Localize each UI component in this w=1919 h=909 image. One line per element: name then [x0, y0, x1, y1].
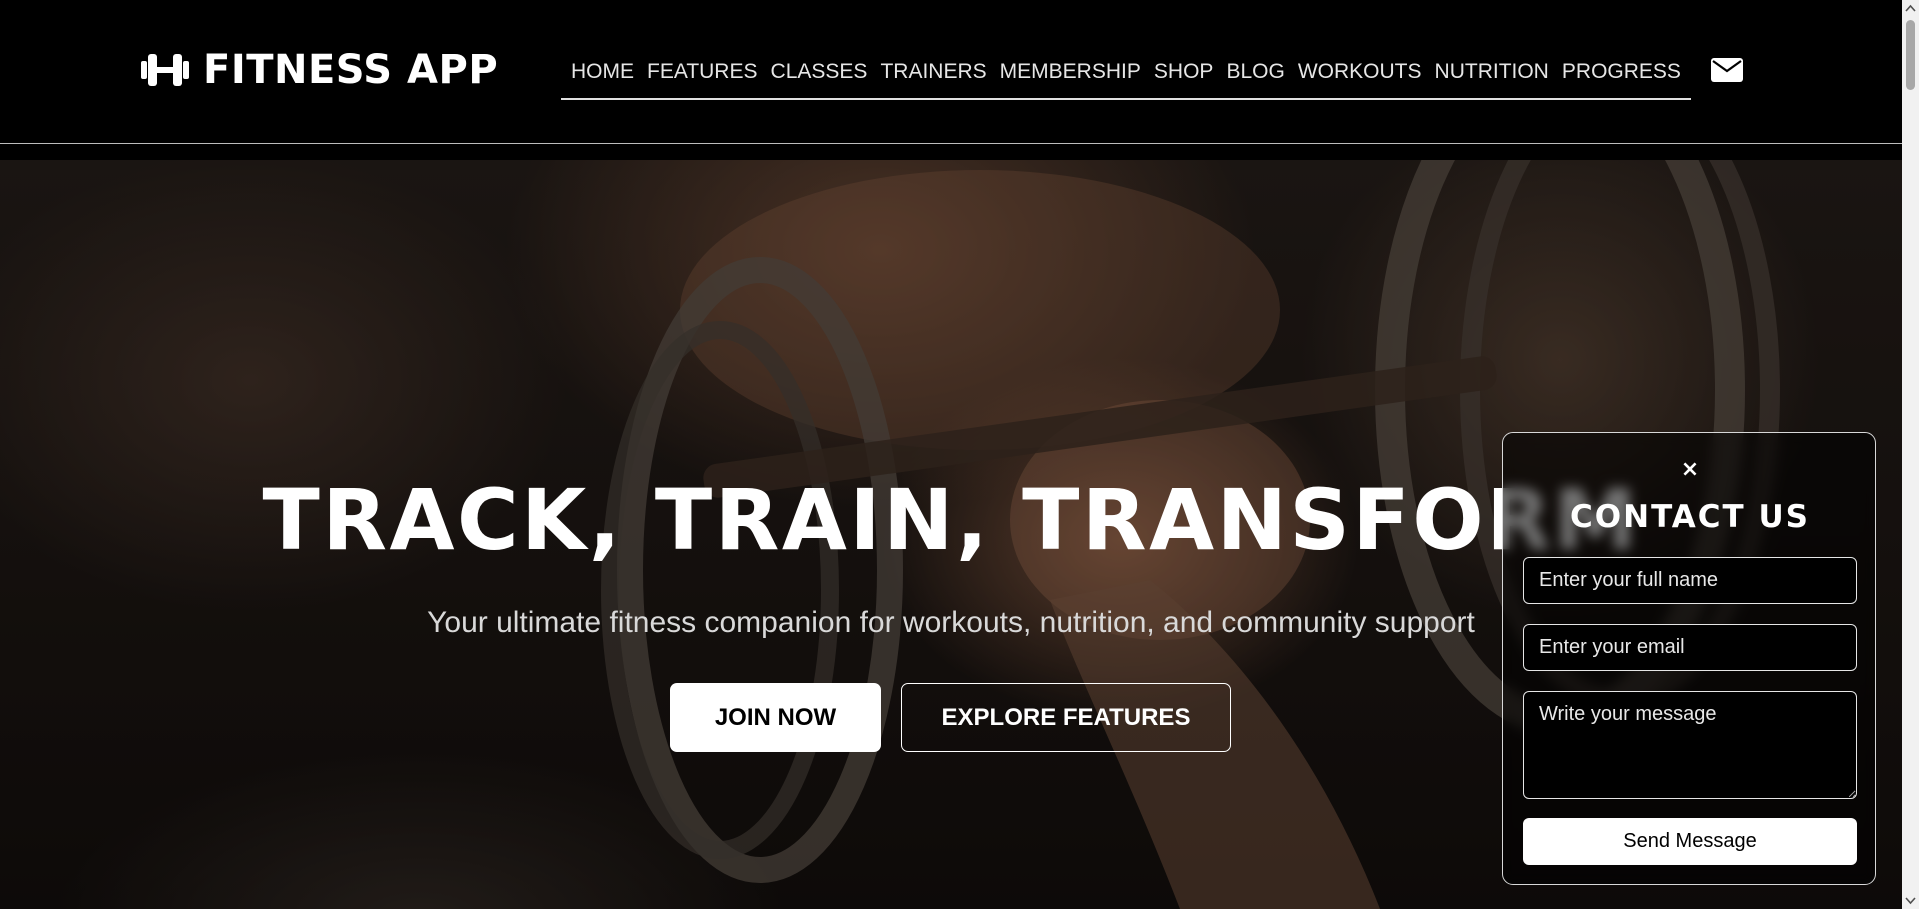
- message-textarea[interactable]: [1523, 691, 1857, 799]
- nav-item-classes[interactable]: CLASSES: [771, 60, 868, 88]
- scrollbar-thumb[interactable]: [1906, 20, 1915, 90]
- envelope-icon[interactable]: [1711, 58, 1743, 82]
- scroll-up-arrow-icon[interactable]: [1902, 0, 1919, 17]
- nav-item-home[interactable]: HOME: [571, 60, 634, 88]
- contact-title: CONTACT US: [1570, 499, 1810, 535]
- send-message-button[interactable]: Send Message: [1523, 818, 1857, 865]
- main-nav: HOME FEATURES CLASSES TRAINERS MEMBERSHI…: [561, 50, 1691, 100]
- join-now-button[interactable]: JOIN NOW: [670, 683, 881, 752]
- full-name-input[interactable]: [1523, 557, 1857, 604]
- nav-item-trainers[interactable]: TRAINERS: [880, 60, 986, 88]
- page-scrollbar[interactable]: [1902, 0, 1919, 909]
- brand-name: FITNESS APP: [203, 47, 499, 93]
- nav-item-nutrition[interactable]: NUTRITION: [1435, 60, 1549, 88]
- scroll-down-arrow-icon[interactable]: [1902, 892, 1919, 909]
- contact-panel: × CONTACT US Send Message: [1502, 432, 1876, 885]
- nav-item-membership[interactable]: MEMBERSHIP: [1000, 60, 1141, 88]
- dumbbell-icon: [141, 54, 189, 86]
- nav-item-blog[interactable]: BLOG: [1226, 60, 1284, 88]
- close-icon[interactable]: ×: [1670, 457, 1710, 487]
- site-header: FITNESS APP HOME FEATURES CLASSES TRAINE…: [0, 0, 1902, 144]
- email-input[interactable]: [1523, 624, 1857, 671]
- nav-item-shop[interactable]: SHOP: [1154, 60, 1214, 88]
- nav-item-workouts[interactable]: WORKOUTS: [1298, 60, 1422, 88]
- nav-item-progress[interactable]: PROGRESS: [1562, 60, 1681, 88]
- nav-item-features[interactable]: FEATURES: [647, 60, 757, 88]
- explore-features-button[interactable]: EXPLORE FEATURES: [901, 683, 1231, 752]
- brand-logo[interactable]: FITNESS APP: [139, 45, 498, 95]
